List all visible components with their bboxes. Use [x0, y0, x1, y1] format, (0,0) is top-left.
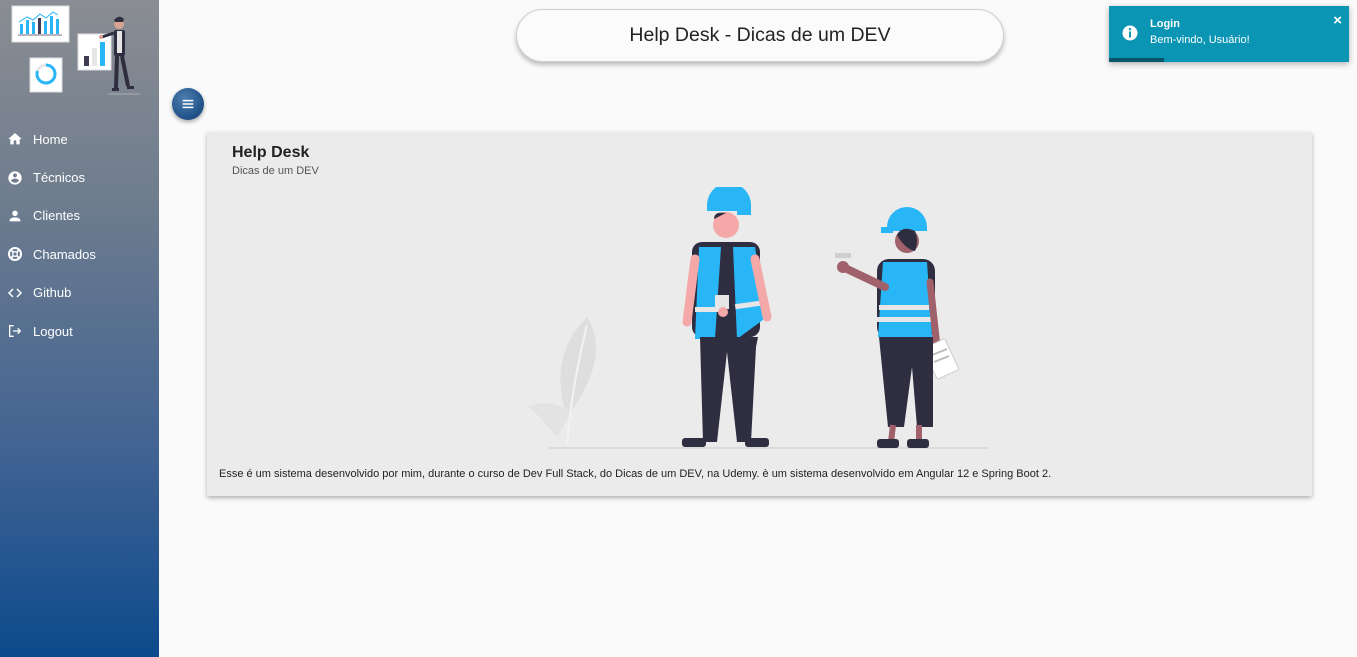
workers-illustration	[527, 187, 989, 449]
code-icon	[6, 284, 24, 302]
toast-close-button[interactable]: ×	[1333, 12, 1342, 30]
sidebar-item-clientes[interactable]: Clientes	[0, 197, 159, 235]
toast-message: Bem-vindo, Usuário!	[1150, 34, 1250, 46]
sidebar: Home Técnicos Clientes Chamados Github L…	[0, 0, 159, 657]
sidebar-item-home[interactable]: Home	[0, 120, 159, 158]
sidebar-item-tecnicos[interactable]: Técnicos	[0, 158, 159, 196]
card-title: Help Desk	[232, 144, 310, 161]
card-description: Esse é um sistema desenvolvido por mim, …	[219, 468, 1052, 480]
menu-icon	[182, 99, 194, 109]
sidebar-item-label: Técnicos	[33, 170, 86, 186]
sidebar-item-label: Github	[33, 285, 72, 301]
sidebar-item-label: Chamados	[33, 246, 96, 262]
toast-title: Login	[1150, 18, 1180, 30]
sidebar-item-logout[interactable]: Logout	[0, 312, 159, 350]
page-title-bar: Help Desk - Dicas de um DEV	[516, 9, 1004, 62]
sidebar-item-github[interactable]: Github	[0, 274, 159, 312]
menu-toggle-button[interactable]	[172, 88, 204, 120]
welcome-card: Help Desk Dicas de um DEV Esse é um sist…	[207, 132, 1312, 496]
sidebar-item-label: Logout	[33, 323, 73, 339]
home-icon	[6, 130, 24, 148]
sidebar-item-label: Home	[33, 131, 68, 147]
logout-icon	[6, 322, 24, 340]
card-subtitle: Dicas de um DEV	[232, 165, 319, 177]
sidebar-nav: Home Técnicos Clientes Chamados Github L…	[0, 120, 159, 350]
sidebar-item-chamados[interactable]: Chamados	[0, 235, 159, 273]
account-circle-icon	[6, 169, 24, 187]
page-title: Help Desk - Dicas de um DEV	[629, 24, 891, 46]
login-toast[interactable]: Login Bem-vindo, Usuário! ×	[1109, 6, 1349, 62]
support-icon	[6, 245, 24, 263]
info-icon	[1122, 25, 1138, 41]
dashboard-illustration	[11, 5, 140, 95]
person-icon	[6, 207, 24, 225]
toast-progress-bar	[1109, 58, 1165, 62]
sidebar-item-label: Clientes	[33, 208, 80, 224]
